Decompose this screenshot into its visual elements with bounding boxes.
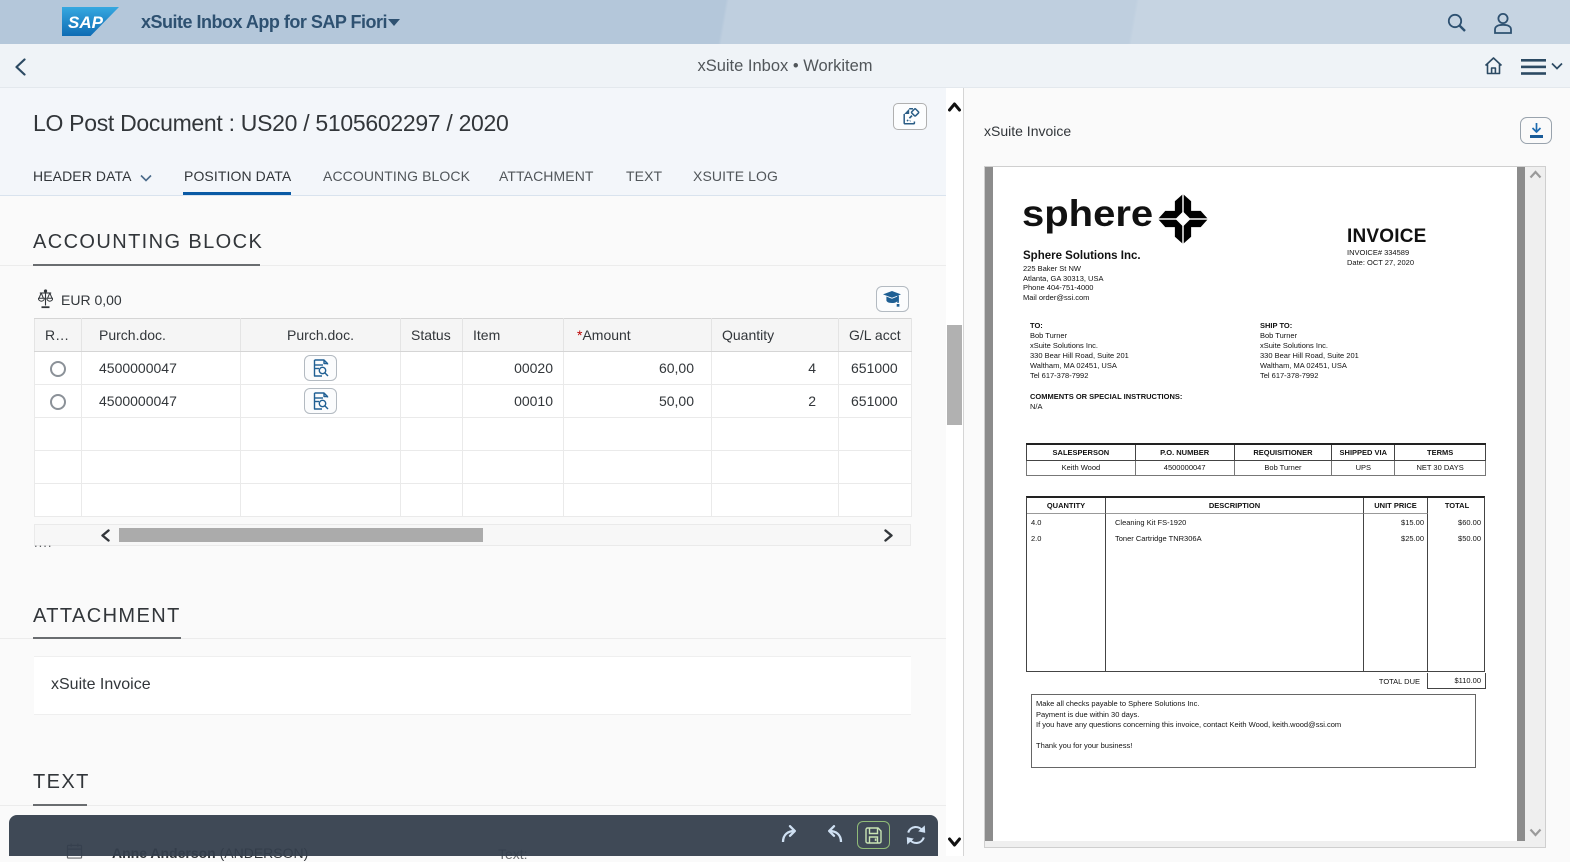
svg-text:SAP: SAP (68, 13, 104, 32)
